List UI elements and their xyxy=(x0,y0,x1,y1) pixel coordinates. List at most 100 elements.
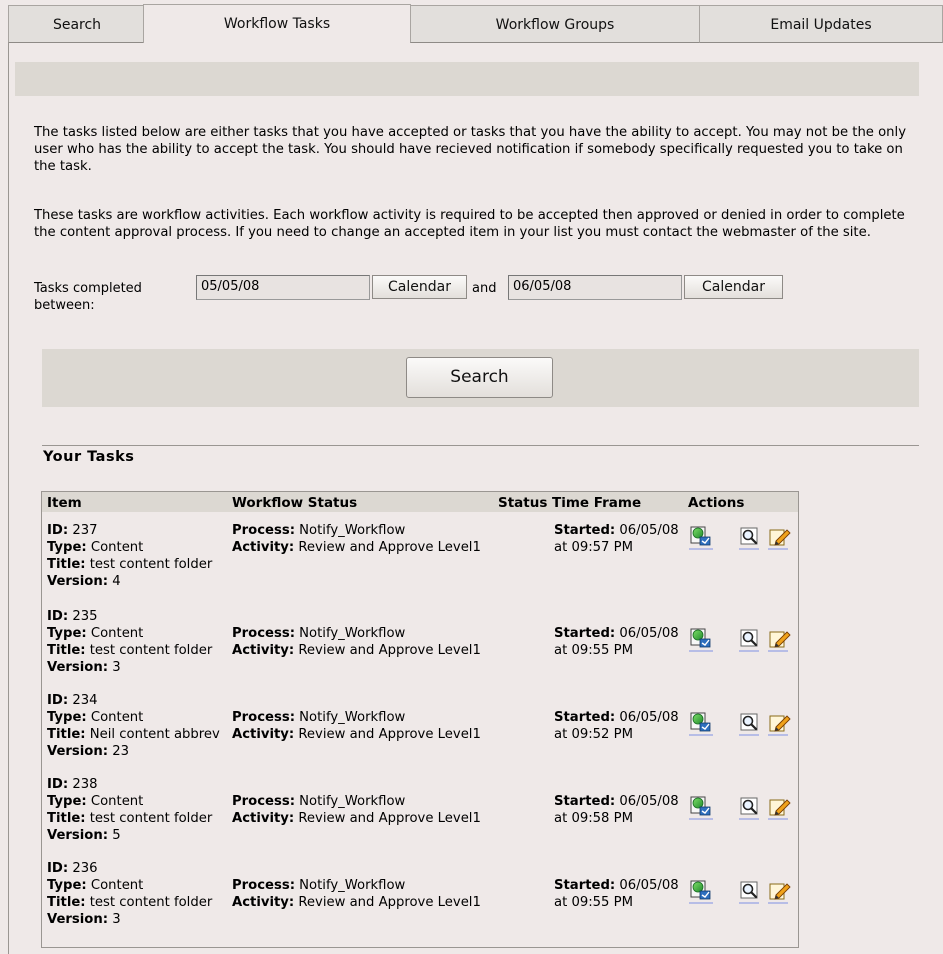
edit-icon[interactable] xyxy=(769,629,791,649)
item-title: test content folder xyxy=(89,643,213,658)
accept-task-icon[interactable] xyxy=(690,880,712,900)
started-label: Started: xyxy=(554,523,616,538)
started-date: 06/05/08 xyxy=(619,710,679,725)
date-filter-label: Tasks completed between: xyxy=(34,281,142,313)
activity-label: Activity: xyxy=(232,643,295,658)
process-value: Notify_Workflow xyxy=(299,710,406,725)
preview-underline xyxy=(739,650,759,652)
started-label: Started: xyxy=(554,626,616,641)
workflow-status-cell: Process: Notify_Workflow Activity: Review… xyxy=(232,709,481,743)
started-label: Started: xyxy=(554,710,616,725)
type-label: Type: xyxy=(47,626,87,641)
table-row: ID: 235 Type: Content Title: test content … xyxy=(42,608,798,688)
table-row: ID: 238 Type: Content Title: test content … xyxy=(42,776,798,856)
item-id: 235 xyxy=(72,609,98,624)
divider xyxy=(42,445,919,446)
and-text: and xyxy=(472,281,497,296)
item-type: Content xyxy=(90,626,144,641)
accept-task-icon[interactable] xyxy=(690,796,712,816)
tab-search[interactable]: Search xyxy=(8,5,146,43)
tasks-table: Item Workflow Status Status Time Frame A… xyxy=(41,491,799,948)
edit-icon[interactable] xyxy=(769,881,791,901)
table-row: ID: 237 Type: Content Title: test content … xyxy=(42,522,798,602)
item-cell: ID: 235 Type: Content Title: test content … xyxy=(47,608,212,676)
preview-icon[interactable] xyxy=(740,713,762,733)
edit-icon[interactable] xyxy=(769,797,791,817)
preview-icon[interactable] xyxy=(740,527,762,547)
title-label: Title: xyxy=(47,557,86,572)
started-time: at 09:58 PM xyxy=(554,811,633,826)
process-label: Process: xyxy=(232,794,295,809)
time-frame-cell: Started: 06/05/08 at 09:52 PM xyxy=(554,709,679,743)
item-title: test content folder xyxy=(89,557,213,572)
activity-label: Activity: xyxy=(232,727,295,742)
started-label: Started: xyxy=(554,794,616,809)
intro-paragraph-2: These tasks are workflow activities. Eac… xyxy=(34,208,905,240)
col-workflow-status: Workflow Status xyxy=(232,495,358,511)
table-row: ID: 236 Type: Content Title: test content … xyxy=(42,860,798,940)
tab-workflow-tasks[interactable]: Workflow Tasks xyxy=(143,4,411,44)
activity-value: Review and Approve Level1 xyxy=(298,811,481,826)
date-filter: Tasks completed between: 05/05/08 Calend… xyxy=(34,273,834,313)
item-version: 4 xyxy=(112,574,121,589)
preview-icon[interactable] xyxy=(740,797,762,817)
started-label: Started: xyxy=(554,878,616,893)
title-label: Title: xyxy=(47,895,86,910)
preview-icon[interactable] xyxy=(740,629,762,649)
preview-underline xyxy=(739,902,759,904)
edit-icon[interactable] xyxy=(769,713,791,733)
search-button[interactable]: Search xyxy=(406,357,553,398)
type-label: Type: xyxy=(47,878,87,893)
started-time: at 09:52 PM xyxy=(554,727,633,742)
accept-underline xyxy=(689,548,713,550)
edit-icon[interactable] xyxy=(769,527,791,547)
item-version: 23 xyxy=(112,744,130,759)
activity-value: Review and Approve Level1 xyxy=(298,895,481,910)
preview-icon[interactable] xyxy=(740,881,762,901)
table-row: ID: 234 Type: Content Title: Neil content … xyxy=(42,692,798,772)
end-date-input[interactable]: 06/05/08 xyxy=(508,275,682,300)
activity-value: Review and Approve Level1 xyxy=(298,643,481,658)
workflow-status-cell: Process: Notify_Workflow Activity: Review… xyxy=(232,793,481,827)
end-calendar-button[interactable]: Calendar xyxy=(684,275,783,299)
id-label: ID: xyxy=(47,777,69,792)
tab-workflow-groups[interactable]: Workflow Groups xyxy=(410,5,700,43)
intro-paragraph-1: The tasks listed below are either tasks … xyxy=(34,125,906,174)
title-label: Title: xyxy=(47,811,86,826)
item-cell: ID: 238 Type: Content Title: test content … xyxy=(47,776,212,844)
process-label: Process: xyxy=(232,626,295,641)
preview-underline xyxy=(739,548,759,550)
edit-underline xyxy=(768,902,788,904)
item-title: Neil content abbrev xyxy=(89,727,220,742)
edit-underline xyxy=(768,650,788,652)
edit-underline xyxy=(768,548,788,550)
accept-task-icon[interactable] xyxy=(690,526,712,546)
table-header: Item Workflow Status Status Time Frame A… xyxy=(42,492,798,512)
accept-task-icon[interactable] xyxy=(690,628,712,648)
started-time: at 09:57 PM xyxy=(554,540,633,555)
item-type: Content xyxy=(90,540,144,555)
item-cell: ID: 234 Type: Content Title: Neil content … xyxy=(47,692,220,760)
workflow-status-cell: Process: Notify_Workflow Activity: Review… xyxy=(232,522,481,556)
started-date: 06/05/08 xyxy=(619,523,679,538)
started-time: at 09:55 PM xyxy=(554,895,633,910)
time-frame-cell: Started: 06/05/08 at 09:55 PM xyxy=(554,625,679,659)
process-value: Notify_Workflow xyxy=(299,794,406,809)
accept-task-icon[interactable] xyxy=(690,712,712,732)
time-frame-cell: Started: 06/05/08 at 09:55 PM xyxy=(554,877,679,911)
accept-underline xyxy=(689,734,713,736)
id-label: ID: xyxy=(47,693,69,708)
workflow-status-cell: Process: Notify_Workflow Activity: Review… xyxy=(232,877,481,911)
item-version: 3 xyxy=(112,912,121,927)
edit-underline xyxy=(768,818,788,820)
tab-email-updates[interactable]: Email Updates xyxy=(699,5,943,43)
header-bar xyxy=(15,62,919,96)
process-label: Process: xyxy=(232,710,295,725)
started-date: 06/05/08 xyxy=(619,626,679,641)
start-calendar-button[interactable]: Calendar xyxy=(372,275,467,299)
item-cell: ID: 237 Type: Content Title: test content … xyxy=(47,522,212,590)
start-date-input[interactable]: 05/05/08 xyxy=(196,275,370,300)
process-value: Notify_Workflow xyxy=(299,523,406,538)
item-version: 3 xyxy=(112,660,121,675)
version-label: Version: xyxy=(47,912,109,927)
